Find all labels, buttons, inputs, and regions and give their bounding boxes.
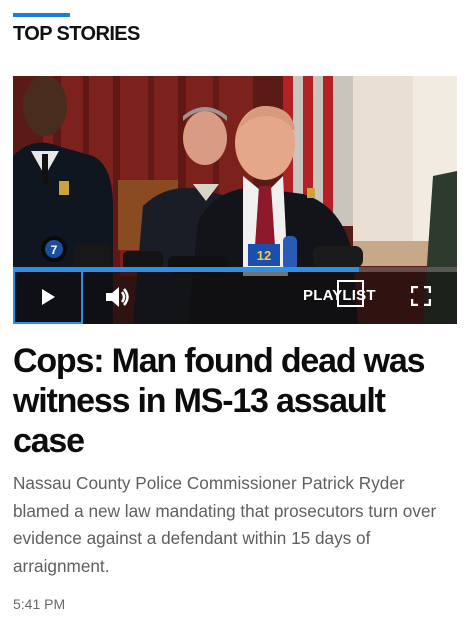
volume-button[interactable] <box>101 281 133 313</box>
volume-icon <box>106 287 129 307</box>
fullscreen-icon <box>410 285 432 307</box>
mic-flag-number: 7 <box>51 243 58 257</box>
section-title: TOP STORIES <box>13 23 140 45</box>
video-controls: PLAYLIST <box>13 267 457 324</box>
mic-flag-number: 12 <box>257 248 271 263</box>
playlist-icon[interactable] <box>337 280 364 307</box>
article-timestamp: 5:41 PM <box>13 596 66 612</box>
article-headline[interactable]: Cops: Man found dead was witness in MS-1… <box>13 341 461 461</box>
play-button[interactable] <box>13 272 83 324</box>
video-player[interactable]: 7 12 PLAYLIST <box>13 76 457 324</box>
play-icon <box>42 289 55 305</box>
section-header: TOP STORIES <box>13 13 140 46</box>
article-summary: Nassau County Police Commissioner Patric… <box>13 473 437 576</box>
fullscreen-button[interactable] <box>410 285 432 307</box>
section-accent-bar <box>13 13 70 17</box>
